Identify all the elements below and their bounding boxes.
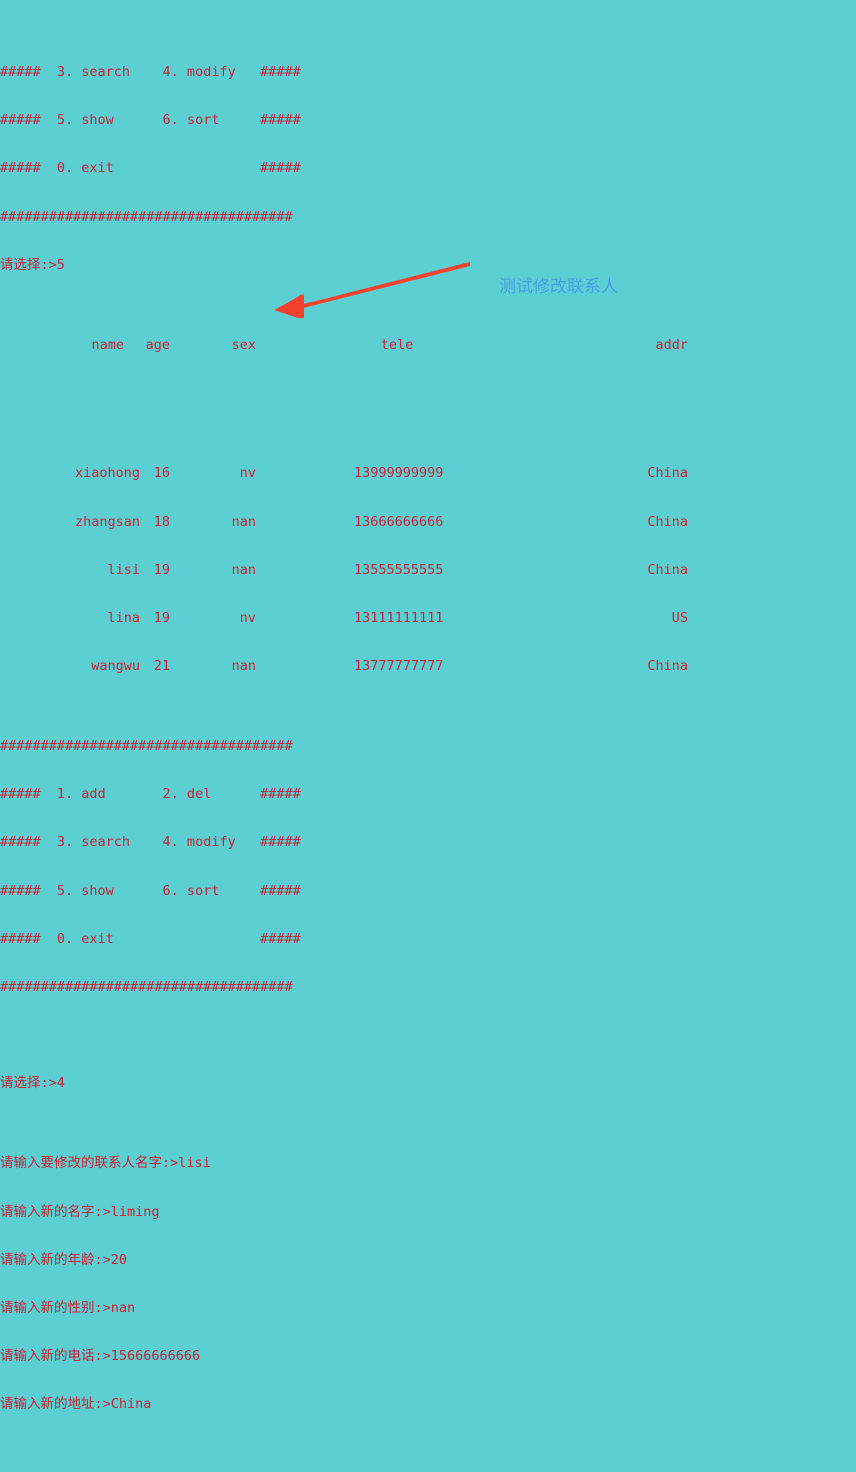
cell-tele: 13555555555 (354, 561, 444, 578)
prompt-new-sex: 请输入新的性别:>nan (0, 1299, 136, 1316)
column-header-addr: addr (655, 336, 688, 353)
console-output[interactable]: ##### 3. search 4. modify ##### ##### 5.… (0, 0, 688, 1472)
column-header-name: name (91, 336, 124, 353)
annotation-label: 测试修改联系人 (499, 277, 618, 297)
column-header-tele: tele (380, 336, 414, 353)
menu-line-search-modify: ##### 3. search 4. modify ##### (0, 64, 301, 81)
menu-separator-bottom: #################################### (0, 208, 293, 225)
cell-addr: US (671, 609, 688, 626)
cell-age: 19 (153, 609, 170, 626)
prompt-choose-show: 请选择:>5 (0, 256, 65, 273)
table-row: xiaohong 16 nv 13999999999 China (0, 465, 688, 482)
cell-sex: nan (231, 561, 256, 578)
cell-age: 21 (153, 657, 170, 674)
cell-name: xiaohong (74, 465, 140, 482)
cell-name: zhangsan (74, 513, 140, 530)
prompt-new-name: 请输入新的名字:>liming (0, 1203, 160, 1220)
column-header-sex: sex (231, 336, 256, 353)
menu-line-add-del: ##### 1. add 2. del ##### (0, 786, 301, 803)
menu-line-show-sort: ##### 5. show 6. sort ##### (0, 112, 301, 129)
cell-name: wangwu (91, 657, 140, 674)
contacts-table-header: name age sex tele addr (0, 336, 688, 353)
cell-sex: nv (239, 609, 256, 626)
cell-sex: nan (231, 513, 256, 530)
column-header-age: age (145, 336, 170, 353)
cell-age: 16 (153, 465, 170, 482)
terminal-screen: ##### 3. search 4. modify ##### ##### 5.… (0, 0, 856, 1412)
cell-name: lina (107, 609, 140, 626)
cell-addr: China (647, 465, 688, 482)
menu-separator-bottom: #################################### (0, 978, 293, 995)
cell-sex: nan (231, 657, 256, 674)
cell-age: 18 (153, 513, 170, 530)
cell-addr: China (647, 513, 688, 530)
cell-tele: 13999999999 (354, 465, 444, 482)
menu-line-show-sort: ##### 5. show 6. sort ##### (0, 882, 301, 899)
table-row: lisi 19 nan 13555555555 China (0, 561, 688, 578)
menu-line-exit: ##### 0. exit ##### (0, 160, 301, 177)
cell-sex: nv (239, 465, 256, 482)
cell-tele: 13666666666 (354, 513, 444, 530)
cell-tele: 13111111111 (354, 609, 444, 626)
cell-addr: China (647, 657, 688, 674)
cell-addr: China (647, 561, 688, 578)
table-row: wangwu 21 nan 13777777777 China (0, 657, 688, 674)
cell-age: 19 (153, 561, 170, 578)
prompt-new-age: 请输入新的年龄:>20 (0, 1251, 128, 1268)
prompt-new-addr: 请输入新的地址:>China (0, 1396, 152, 1413)
prompt-choose-modify: 请选择:>4 (0, 1075, 65, 1092)
prompt-new-tele: 请输入新的电话:>15666666666 (0, 1347, 201, 1364)
table-row: lina 19 nv 13111111111 US (0, 609, 688, 626)
cell-tele: 13777777777 (354, 657, 444, 674)
cell-name: lisi (107, 561, 140, 578)
prompt-modify-target-name: 请输入要修改的联系人名字:>lisi (0, 1155, 211, 1172)
menu-line-exit: ##### 0. exit ##### (0, 930, 301, 947)
table-row: zhangsan 18 nan 13666666666 China (0, 513, 688, 530)
menu-line-search-modify: ##### 3. search 4. modify ##### (0, 834, 301, 851)
